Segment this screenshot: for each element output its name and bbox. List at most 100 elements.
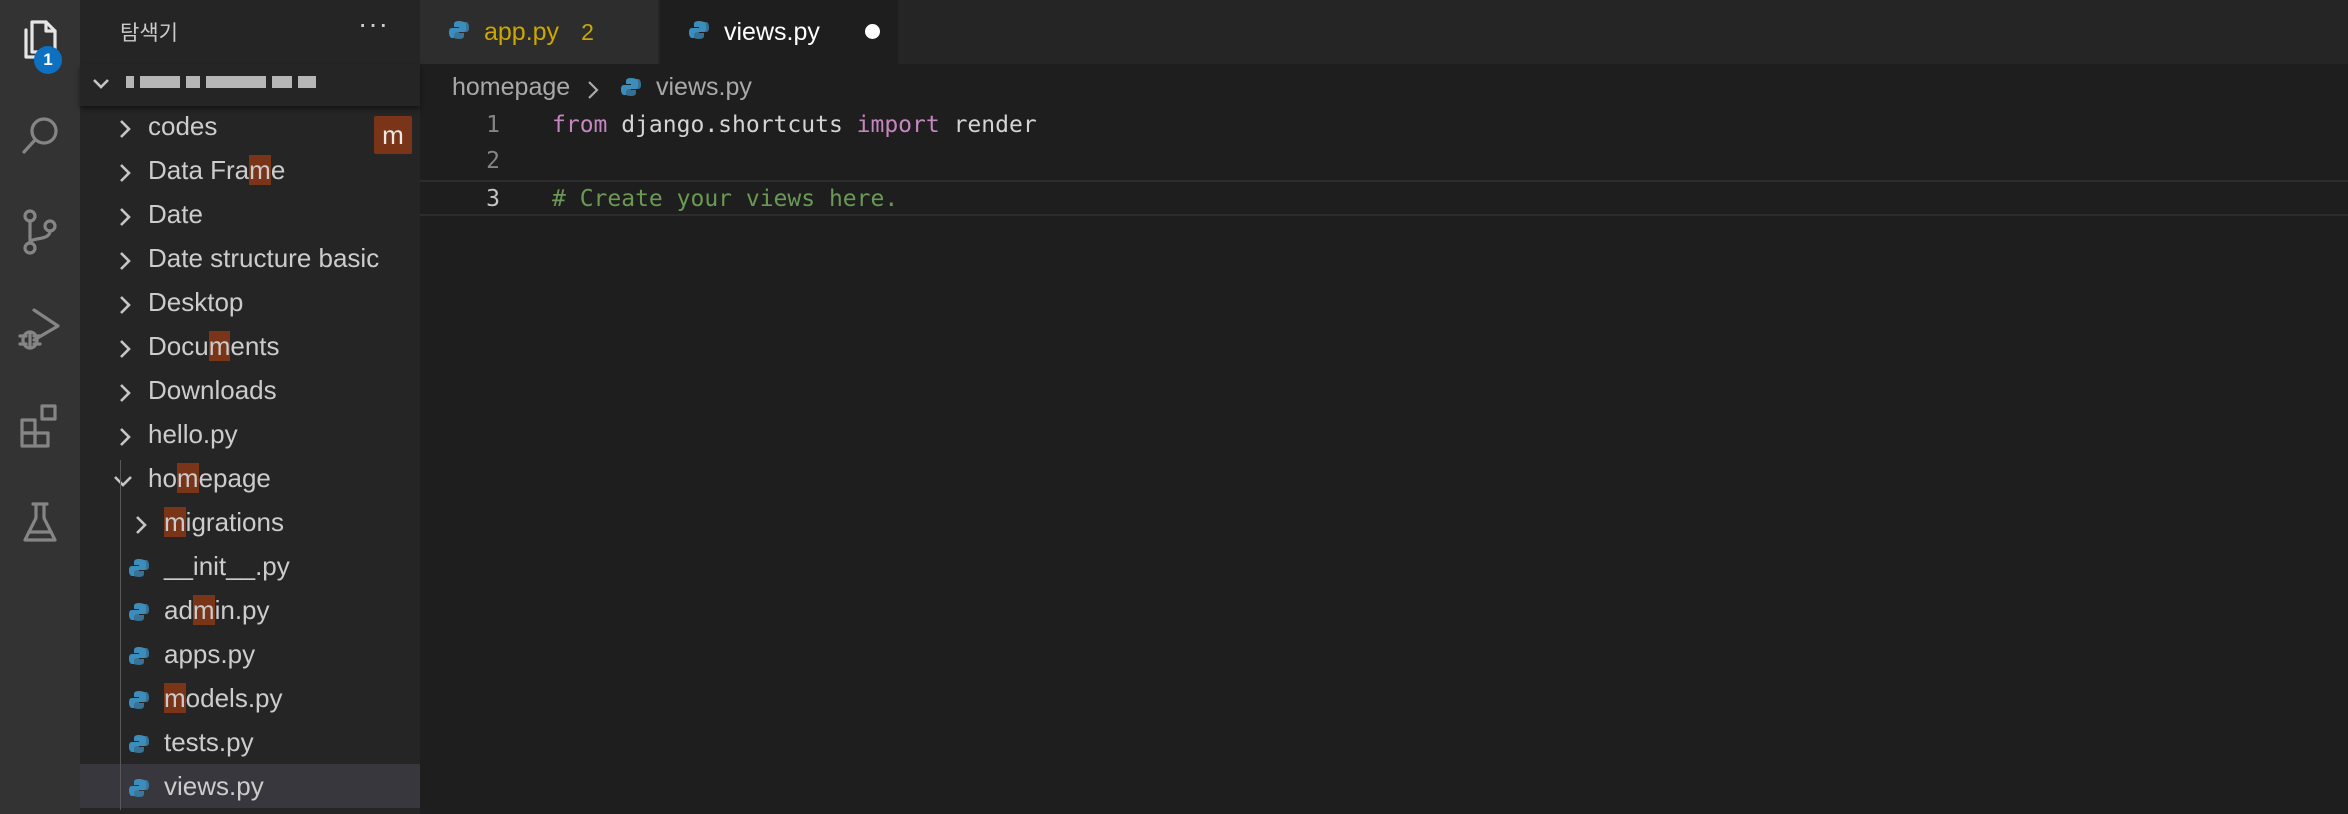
- tree-item-label: codes: [148, 111, 218, 141]
- filter-match-highlight: m: [249, 155, 271, 185]
- tree-folder-codes[interactable]: codes: [80, 104, 420, 148]
- chevron-down-icon: [112, 468, 134, 499]
- tree-item-label: Desktop: [148, 287, 244, 317]
- tree-folder-date[interactable]: Date: [80, 192, 420, 236]
- line-number: 2: [486, 148, 500, 174]
- keyword-token: import: [856, 112, 940, 138]
- indent-guide: [120, 460, 121, 810]
- activity-bar: 1: [0, 0, 80, 814]
- python-icon: [128, 555, 150, 586]
- name-token: render: [939, 112, 1037, 138]
- chevron-right-icon: [116, 336, 134, 367]
- search-icon: [22, 117, 58, 154]
- code-text: from django.shortcuts import render: [552, 112, 1037, 138]
- code-line[interactable]: 1 from django.shortcuts import render: [420, 108, 2348, 144]
- label-text: e: [270, 155, 286, 185]
- chevron-down-icon: [90, 72, 112, 99]
- python-icon: [128, 731, 150, 762]
- chevron-right-icon: [116, 248, 134, 279]
- extensions-button[interactable]: [0, 390, 80, 462]
- label-text: in.py: [214, 595, 270, 625]
- filter-match-highlight: m: [164, 507, 186, 537]
- sidebar-header: 탐색기 ···: [80, 0, 420, 60]
- tree-folder-data-frame[interactable]: Data Frame: [80, 148, 420, 192]
- tree-file-tests-py[interactable]: tests.py: [80, 720, 420, 764]
- chevron-right-icon: [586, 78, 600, 107]
- label-text: ad: [164, 595, 193, 625]
- python-icon: [128, 775, 150, 806]
- tree-item-label: Date: [148, 199, 203, 229]
- tree-folder-documents[interactable]: Documents: [80, 324, 420, 368]
- tree-item-label: hello.py: [148, 419, 238, 449]
- tree-file-apps-py[interactable]: apps.py: [80, 632, 420, 676]
- tree-item-label: models.py: [164, 683, 283, 714]
- python-icon: [128, 599, 150, 630]
- workspace-name-redacted: [126, 76, 316, 92]
- filter-match-highlight: m: [192, 595, 215, 625]
- tree-item-label: tests.py: [164, 727, 254, 757]
- tree-item-label: __init__.py: [164, 551, 290, 581]
- workspace-root-header[interactable]: [80, 64, 420, 106]
- breadcrumb-folder[interactable]: homepage: [452, 73, 570, 102]
- tab-label: app.py: [484, 17, 560, 46]
- tree-folder-migrations[interactable]: migrations: [80, 500, 420, 544]
- search-button[interactable]: [0, 100, 80, 172]
- breadcrumb: homepage views.py: [420, 64, 2348, 108]
- python-icon: [128, 643, 150, 674]
- tree-folder-downloads[interactable]: Downloads: [80, 368, 420, 412]
- chevron-right-icon: [116, 204, 134, 235]
- chevron-right-icon: [116, 116, 134, 147]
- tab-views-py[interactable]: views.py: [660, 0, 898, 64]
- label-text: ho: [148, 463, 177, 493]
- python-icon: [128, 687, 150, 718]
- tree-folder-desktop[interactable]: Desktop: [80, 280, 420, 324]
- line-number: 3: [486, 186, 500, 212]
- tree-folder-date-structure-basic[interactable]: Date structure basic: [80, 236, 420, 280]
- code-line[interactable]: 2: [420, 144, 2348, 180]
- tree-item-label: homepage: [148, 463, 271, 494]
- tree-file-init-py[interactable]: __init__.py: [80, 544, 420, 588]
- label-text: epage: [198, 463, 271, 493]
- label-text: Docu: [148, 331, 209, 361]
- tree-file-views-py[interactable]: views.py: [80, 764, 420, 808]
- tree-folder-homepage[interactable]: homepage: [80, 456, 420, 500]
- chevron-right-icon: [116, 292, 134, 323]
- chevron-right-icon: [116, 160, 134, 191]
- explorer-button[interactable]: 1: [0, 4, 80, 76]
- tree-item-label: admin.py: [164, 595, 270, 626]
- filter-match-highlight: m: [164, 683, 186, 713]
- filter-match-highlight: m: [176, 463, 199, 493]
- explorer-sidebar: 탐색기 ··· codes Data Frame Date Date struc…: [80, 0, 420, 814]
- more-actions-button[interactable]: ···: [358, 8, 389, 40]
- label-text: ents: [230, 331, 280, 361]
- filter-query-badge: m: [374, 116, 412, 154]
- unsaved-changes-dot-icon[interactable]: [865, 24, 880, 39]
- run-debug-icon: [18, 308, 60, 350]
- tree-item-label: Documents: [148, 331, 280, 362]
- filter-match-highlight: m: [208, 331, 231, 361]
- editor-tab-bar: app.py 2 views.py: [420, 0, 2348, 64]
- tree-item-label: apps.py: [164, 639, 256, 669]
- source-control-button[interactable]: [0, 196, 80, 268]
- breadcrumb-file[interactable]: views.py: [656, 73, 752, 102]
- tab-app-py[interactable]: app.py 2: [420, 0, 658, 64]
- tree-item-label: views.py: [164, 771, 264, 801]
- sidebar-title: 탐색기: [120, 22, 178, 45]
- code-line-current[interactable]: 3 # Create your views here.: [420, 180, 2348, 216]
- label-text: odels.py: [185, 683, 283, 713]
- python-icon: [448, 19, 470, 46]
- tree-file-admin-py[interactable]: admin.py: [80, 588, 420, 632]
- chevron-right-icon: [116, 424, 134, 455]
- run-debug-button[interactable]: [0, 292, 80, 364]
- tree-file-models-py[interactable]: models.py: [80, 676, 420, 720]
- tree-item-label: migrations: [164, 507, 284, 538]
- testing-button[interactable]: [0, 486, 80, 558]
- problems-count-badge: 2: [581, 18, 594, 45]
- python-icon: [688, 19, 710, 46]
- tree-folder-hello-py[interactable]: hello.py: [80, 412, 420, 456]
- code-editor[interactable]: 1 from django.shortcuts import render 2 …: [420, 108, 2348, 814]
- module-token: django.shortcuts: [607, 112, 857, 138]
- tree-item-label: Downloads: [148, 375, 277, 405]
- python-icon: [620, 76, 642, 105]
- chevron-right-icon: [116, 380, 134, 411]
